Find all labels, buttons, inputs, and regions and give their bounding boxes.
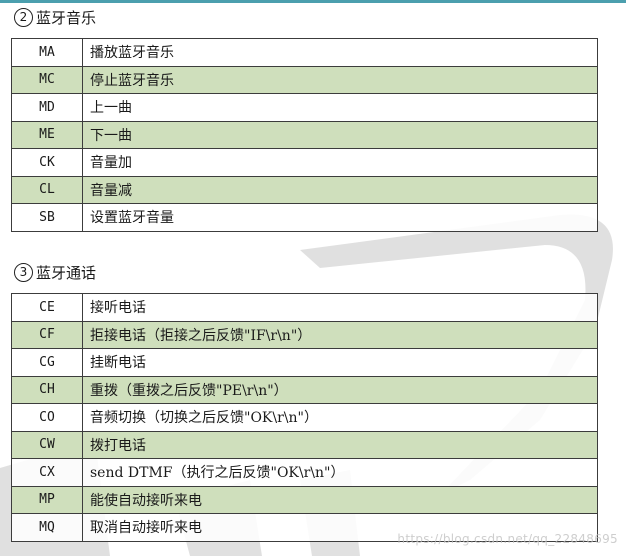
command-description-cell: 音频切换（切换之后反馈"OK\r\n"） — [82, 403, 598, 432]
table-row: CK 音量加 — [11, 148, 598, 177]
command-description-cell: 音量减 — [82, 175, 598, 204]
section-title-bluetooth-call: 3 蓝牙通话 — [14, 260, 96, 284]
command-code-cell: MA — [11, 38, 83, 67]
section-title-text: 蓝牙通话 — [36, 263, 97, 282]
command-code-cell: CH — [11, 375, 83, 404]
command-description-cell: 接听电话 — [82, 293, 598, 322]
section-title-bluetooth-music: 2 蓝牙音乐 — [14, 5, 96, 29]
command-code-cell: CO — [11, 403, 83, 432]
bluetooth-call-command-table: CE 接听电话 CF 拒接电话（拒接之后反馈"IF\r\n"） CG 挂断电话 CH 重拨（重… — [11, 293, 598, 542]
command-code-cell: CW — [11, 430, 83, 459]
command-code-cell: ME — [11, 120, 83, 149]
table-row: CG 挂断电话 — [11, 348, 598, 377]
table-row: CX send DTMF（执行之后反馈"OK\r\n"） — [11, 458, 598, 487]
table-row: MP 能使自动接听来电 — [11, 485, 598, 514]
table-row: MA 播放蓝牙音乐 — [11, 38, 598, 67]
command-description-cell: 停止蓝牙音乐 — [82, 65, 598, 94]
table-row: MC 停止蓝牙音乐 — [11, 65, 598, 94]
command-code-cell: MQ — [11, 513, 83, 542]
command-code-cell: CL — [11, 175, 83, 204]
command-description-cell: 挂断电话 — [82, 348, 598, 377]
watermark-url: https://blog.csdn.net/qq_22848695 — [397, 532, 618, 546]
command-code-cell: CE — [11, 293, 83, 322]
section-number-badge: 2 — [14, 7, 33, 27]
command-description-cell: 能使自动接听来电 — [82, 485, 598, 514]
command-code-cell: SB — [11, 203, 83, 232]
command-description-cell: 重拨（重拨之后反馈"PE\r\n"） — [82, 375, 598, 404]
table-row: CW 拨打电话 — [11, 430, 598, 459]
bluetooth-music-command-table: MA 播放蓝牙音乐 MC 停止蓝牙音乐 MD 上一曲 ME 下一曲 CK 音量加 CL 音量减 SB 设置… — [11, 38, 598, 232]
table-row: CE 接听电话 — [11, 293, 598, 322]
command-description-cell: 设置蓝牙音量 — [82, 203, 598, 232]
section-title-text: 蓝牙音乐 — [36, 8, 97, 27]
command-code-cell: MD — [11, 93, 83, 122]
command-description-cell: 播放蓝牙音乐 — [82, 38, 598, 67]
command-code-cell: CK — [11, 148, 83, 177]
command-description-cell: send DTMF（执行之后反馈"OK\r\n"） — [82, 458, 598, 487]
command-description-cell: 拨打电话 — [82, 430, 598, 459]
table-row: CF 拒接电话（拒接之后反馈"IF\r\n"） — [11, 320, 598, 349]
command-code-cell: MP — [11, 485, 83, 514]
command-description-cell: 上一曲 — [82, 93, 598, 122]
command-description-cell: 音量加 — [82, 148, 598, 177]
command-description-cell: 拒接电话（拒接之后反馈"IF\r\n"） — [82, 320, 598, 349]
section-number-badge: 3 — [14, 262, 33, 282]
table-row: CO 音频切换（切换之后反馈"OK\r\n"） — [11, 403, 598, 432]
table-row: ME 下一曲 — [11, 120, 598, 149]
command-description-cell: 下一曲 — [82, 120, 598, 149]
command-code-cell: CG — [11, 348, 83, 377]
table-row: SB 设置蓝牙音量 — [11, 203, 598, 232]
command-code-cell: MC — [11, 65, 83, 94]
command-code-cell: CX — [11, 458, 83, 487]
table-row: MD 上一曲 — [11, 93, 598, 122]
table-row: CH 重拨（重拨之后反馈"PE\r\n"） — [11, 375, 598, 404]
command-code-cell: CF — [11, 320, 83, 349]
table-row: CL 音量减 — [11, 175, 598, 204]
